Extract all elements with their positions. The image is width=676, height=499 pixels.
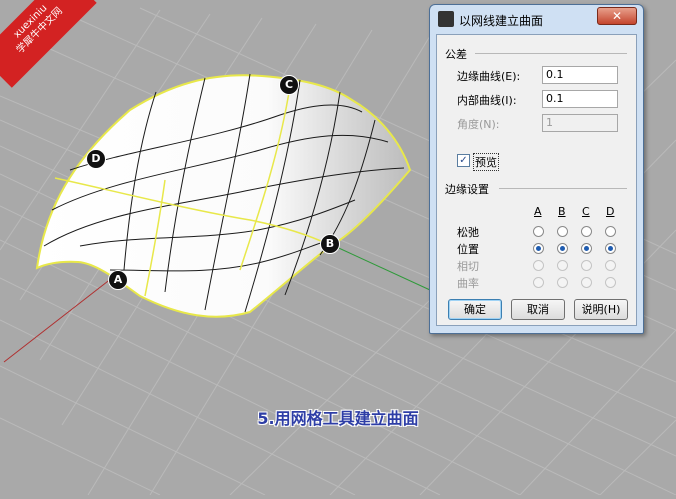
preview-label[interactable]: 预览: [473, 153, 499, 171]
edge-settings-header: 边缘设置: [445, 183, 489, 196]
angle-label: 角度(N):: [457, 118, 500, 131]
radio-loose-d[interactable]: [605, 226, 616, 237]
point-marker-c[interactable]: C: [279, 75, 299, 95]
edge-curves-input[interactable]: 0.1: [542, 66, 618, 84]
app-icon: [438, 11, 454, 27]
angle-input: 1: [542, 114, 618, 132]
edge-curves-label: 边缘曲线(E):: [457, 70, 521, 83]
y-axis: [329, 243, 431, 291]
preview-checkbox[interactable]: ✓: [457, 154, 470, 167]
radio-loose-b[interactable]: [557, 226, 568, 237]
tutorial-caption: 5.用网格工具建立曲面: [257, 409, 419, 428]
point-marker-b[interactable]: B: [320, 234, 340, 254]
x-axis: [3, 277, 113, 363]
tolerance-header: 公差: [445, 48, 467, 61]
column-d-header: D: [606, 205, 615, 218]
radio-position-d[interactable]: [605, 243, 616, 254]
radio-tangent-a: [533, 260, 544, 271]
edge-settings-divider: [499, 188, 627, 189]
interior-curves-label: 内部曲线(I):: [457, 94, 517, 107]
help-button[interactable]: 说明(H): [574, 299, 628, 320]
column-a-header: A: [534, 205, 542, 218]
radio-tangent-d: [605, 260, 616, 271]
radio-curvature-a: [533, 277, 544, 288]
radio-curvature-d: [605, 277, 616, 288]
radio-loose-c[interactable]: [581, 226, 592, 237]
column-b-header: B: [558, 205, 566, 218]
radio-curvature-c: [581, 277, 592, 288]
interior-curves-input[interactable]: 0.1: [542, 90, 618, 108]
dialog-title: 以网线建立曲面: [459, 14, 544, 28]
dialog-titlebar[interactable]: 以网线建立曲面 ✕: [430, 5, 643, 33]
column-c-header: C: [582, 205, 590, 218]
row-label-curvature: 曲率: [457, 277, 479, 290]
row-label-tangent: 相切: [457, 260, 479, 273]
mesh-surface: [35, 74, 412, 318]
cancel-button[interactable]: 取消: [511, 299, 565, 320]
point-marker-a[interactable]: A: [108, 270, 128, 290]
radio-position-c[interactable]: [581, 243, 592, 254]
ok-button[interactable]: 确定: [448, 299, 502, 320]
radio-tangent-c: [581, 260, 592, 271]
radio-loose-a[interactable]: [533, 226, 544, 237]
row-label-position: 位置: [457, 243, 479, 256]
close-button[interactable]: ✕: [597, 7, 637, 25]
radio-position-b[interactable]: [557, 243, 568, 254]
dialog-panel: 公差 边缘曲线(E): 0.1 内部曲线(I): 0.1 角度(N): 1 ✓ …: [436, 34, 637, 326]
radio-curvature-b: [557, 277, 568, 288]
row-label-loose: 松弛: [457, 226, 479, 239]
tolerance-divider: [475, 53, 627, 54]
radio-tangent-b: [557, 260, 568, 271]
radio-position-a[interactable]: [533, 243, 544, 254]
network-surface-dialog: 以网线建立曲面 ✕ 公差 边缘曲线(E): 0.1 内部曲线(I): 0.1 角…: [429, 4, 644, 334]
point-marker-d[interactable]: D: [86, 149, 106, 169]
